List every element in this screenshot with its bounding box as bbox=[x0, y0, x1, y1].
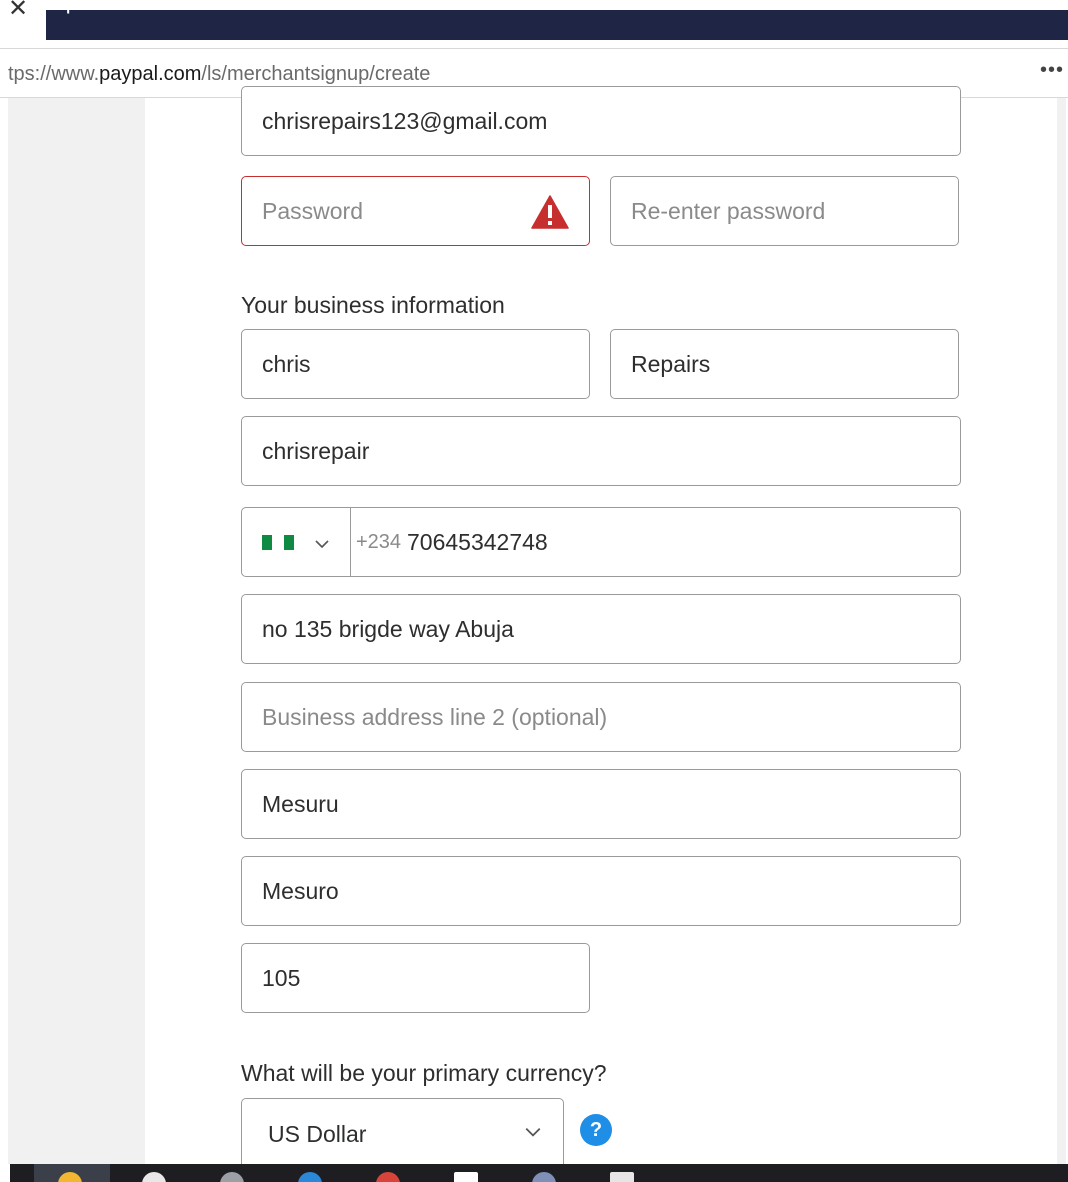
signup-form-panel: Your business information bbox=[145, 86, 1057, 1178]
taskbar-app-icon[interactable] bbox=[532, 1172, 556, 1182]
os-taskbar bbox=[10, 1164, 1068, 1182]
page-actions-menu-icon[interactable]: ••• bbox=[1040, 59, 1064, 82]
state-field[interactable] bbox=[241, 856, 961, 926]
email-field[interactable] bbox=[241, 86, 961, 156]
address-line1-input[interactable] bbox=[242, 595, 960, 663]
last-name-input[interactable] bbox=[611, 330, 958, 398]
business-name-field[interactable] bbox=[241, 416, 961, 486]
address-line2-input[interactable] bbox=[242, 683, 960, 751]
currency-question-label: What will be your primary currency? bbox=[241, 1060, 607, 1086]
url-domain: paypal.com bbox=[99, 63, 202, 85]
nigeria-flag-icon bbox=[262, 535, 296, 550]
last-name-field[interactable] bbox=[610, 329, 959, 399]
postal-code-field[interactable] bbox=[241, 943, 590, 1013]
chevron-down-icon bbox=[525, 1127, 541, 1137]
question-circle-icon[interactable]: ? bbox=[580, 1114, 612, 1146]
postal-code-input[interactable] bbox=[242, 944, 589, 1012]
page-content: Your business information bbox=[8, 86, 1066, 1178]
taskbar-app-icon[interactable] bbox=[610, 1172, 634, 1182]
taskbar-app-icon[interactable] bbox=[220, 1172, 244, 1182]
url-prefix: tps://www. bbox=[8, 63, 100, 85]
password-field[interactable] bbox=[241, 176, 590, 246]
business-name-input[interactable] bbox=[242, 417, 960, 485]
chevron-down-icon bbox=[315, 540, 329, 549]
city-field[interactable] bbox=[241, 769, 961, 839]
reenter-password-input[interactable] bbox=[611, 177, 958, 245]
reenter-password-field[interactable] bbox=[610, 176, 959, 246]
city-input[interactable] bbox=[242, 770, 960, 838]
taskbar-app-icon[interactable] bbox=[454, 1172, 478, 1182]
screen: ✕ + tps://www.paypal.com/ls/merchantsign… bbox=[0, 0, 1068, 1182]
phone-country-prefix: +234 bbox=[356, 531, 402, 553]
new-tab-icon[interactable]: + bbox=[60, 0, 76, 22]
url-path: /ls/merchantsignup/create bbox=[201, 63, 431, 85]
active-tab-bar: + bbox=[46, 0, 1068, 40]
taskbar-app-icon[interactable] bbox=[298, 1172, 322, 1182]
warning-triangle-icon bbox=[531, 195, 569, 229]
address-line2-field[interactable] bbox=[241, 682, 961, 752]
first-name-field[interactable] bbox=[241, 329, 590, 399]
url-text[interactable]: tps://www.paypal.com/ls/merchantsignup/c… bbox=[8, 63, 430, 86]
address-line1-field[interactable] bbox=[241, 594, 961, 664]
phone-field[interactable]: +234 bbox=[241, 507, 961, 577]
state-input[interactable] bbox=[242, 857, 960, 925]
close-tab-icon[interactable]: ✕ bbox=[8, 0, 28, 24]
first-name-input[interactable] bbox=[242, 330, 589, 398]
country-code-selector[interactable] bbox=[242, 508, 351, 576]
email-input[interactable] bbox=[242, 87, 960, 155]
taskbar-app-icon[interactable] bbox=[376, 1172, 400, 1182]
browser-tab-strip: ✕ + bbox=[0, 0, 1068, 40]
phone-number-input[interactable] bbox=[407, 508, 907, 576]
currency-selected-value: US Dollar bbox=[268, 1121, 367, 1147]
taskbar-app-icon[interactable] bbox=[142, 1172, 166, 1182]
business-info-heading: Your business information bbox=[241, 292, 505, 318]
